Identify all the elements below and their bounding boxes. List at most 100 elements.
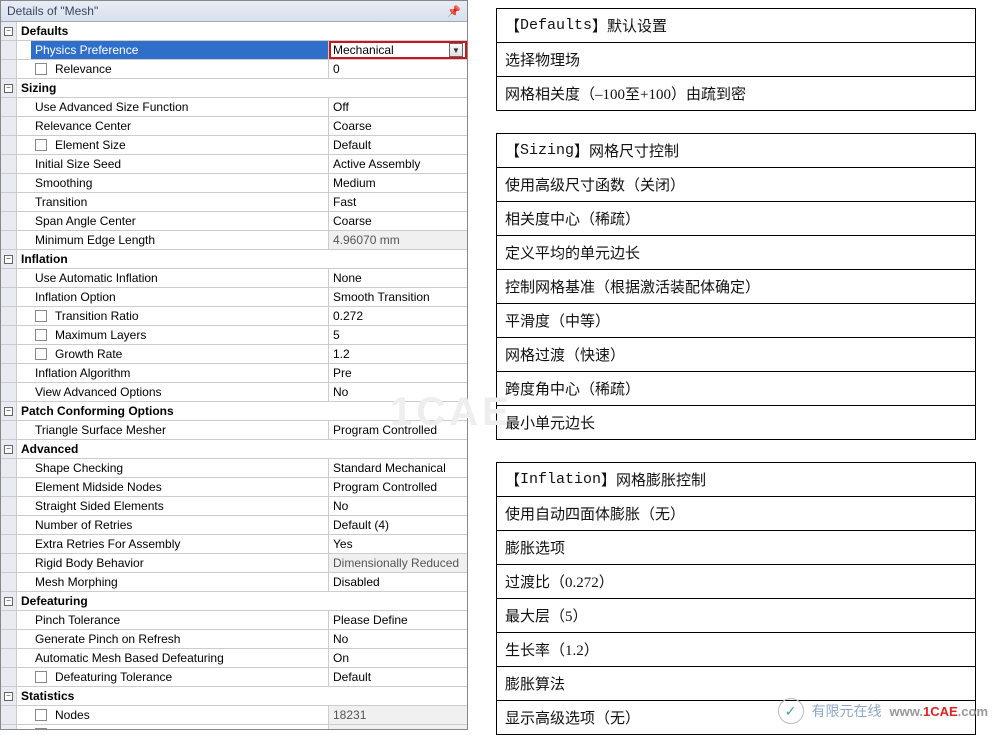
property-value[interactable]: No: [329, 497, 467, 515]
dropdown-icon[interactable]: ▼: [449, 43, 463, 57]
pin-icon[interactable]: 📌: [447, 5, 461, 18]
property-row[interactable]: Straight Sided ElementsNo: [1, 497, 467, 516]
annotation-row: 生长率（1.2）: [497, 633, 975, 667]
section-label: Statistics: [17, 687, 467, 705]
property-row[interactable]: Inflation OptionSmooth Transition: [1, 288, 467, 307]
property-value[interactable]: 1.2: [329, 345, 467, 363]
property-value: 4.96070 mm: [329, 231, 467, 249]
property-row[interactable]: Inflation AlgorithmPre: [1, 364, 467, 383]
property-row[interactable]: Span Angle CenterCoarse: [1, 212, 467, 231]
property-value[interactable]: Coarse: [329, 117, 467, 135]
checkbox-icon[interactable]: [35, 348, 47, 360]
property-label: Use Advanced Size Function: [31, 100, 188, 114]
property-value[interactable]: Coarse: [329, 212, 467, 230]
property-row[interactable]: Growth Rate1.2: [1, 345, 467, 364]
section-header[interactable]: −Defeaturing: [1, 592, 467, 611]
property-row[interactable]: TransitionFast: [1, 193, 467, 212]
property-value[interactable]: Fast: [329, 193, 467, 211]
property-row[interactable]: Elements3598: [1, 725, 467, 729]
property-label: Number of Retries: [31, 518, 132, 532]
property-value[interactable]: Please Define: [329, 611, 467, 629]
property-value[interactable]: Disabled: [329, 573, 467, 591]
property-row[interactable]: Shape Checking Standard Mechanical: [1, 459, 467, 478]
section-header[interactable]: −Statistics: [1, 687, 467, 706]
collapse-icon[interactable]: −: [4, 692, 13, 701]
section-label: Defaults: [17, 22, 467, 40]
property-value[interactable]: No: [329, 630, 467, 648]
property-value[interactable]: Medium: [329, 174, 467, 192]
property-row[interactable]: Mesh MorphingDisabled: [1, 573, 467, 592]
annotation-row: 控制网格基准（根据激活装配体确定）: [497, 270, 975, 304]
collapse-icon[interactable]: −: [4, 407, 13, 416]
property-value[interactable]: Default (4): [329, 516, 467, 534]
property-value[interactable]: 0.272: [329, 307, 467, 325]
property-row[interactable]: Transition Ratio0.272: [1, 307, 467, 326]
property-label: Relevance Center: [31, 119, 131, 133]
collapse-icon[interactable]: −: [4, 445, 13, 454]
property-row[interactable]: Rigid Body BehaviorDimensionally Reduced: [1, 554, 467, 573]
section-header[interactable]: −Advanced: [1, 440, 467, 459]
property-value[interactable]: Program Controlled: [329, 478, 467, 496]
property-value[interactable]: Off: [329, 98, 467, 116]
checkbox-icon[interactable]: [35, 709, 47, 721]
property-value[interactable]: Yes: [329, 535, 467, 553]
property-value[interactable]: On: [329, 649, 467, 667]
watermark-brand: 有限元在线: [812, 701, 882, 721]
watermark-url: www.1CAE.com: [890, 704, 989, 719]
property-row[interactable]: Relevance Center Coarse: [1, 117, 467, 136]
property-row[interactable]: Pinch TolerancePlease Define: [1, 611, 467, 630]
property-label: Shape Checking: [31, 461, 123, 475]
collapse-icon[interactable]: −: [4, 84, 13, 93]
collapse-icon[interactable]: −: [4, 255, 13, 264]
section-header[interactable]: −Inflation: [1, 250, 467, 269]
section-header[interactable]: −Sizing: [1, 79, 467, 98]
annotation-row: 使用高级尺寸函数（关闭）: [497, 168, 975, 202]
annotation-row: 最小单元边长: [497, 406, 975, 440]
property-row[interactable]: Automatic Mesh Based Defeaturing On: [1, 649, 467, 668]
property-value[interactable]: Pre: [329, 364, 467, 382]
property-row[interactable]: Element SizeDefault: [1, 136, 467, 155]
property-value[interactable]: Smooth Transition: [329, 288, 467, 306]
property-row[interactable]: Maximum Layers5: [1, 326, 467, 345]
property-value[interactable]: 0: [329, 60, 467, 78]
property-row[interactable]: Minimum Edge Length4.96070 mm: [1, 231, 467, 250]
property-value: 18231: [329, 706, 467, 724]
panel-header: Details of "Mesh" 📌: [1, 1, 467, 22]
annotation-row: 使用自动四面体膨胀（无）: [497, 497, 975, 531]
checkbox-icon[interactable]: [35, 728, 47, 729]
property-value[interactable]: Default: [329, 668, 467, 686]
section-header[interactable]: −Defaults: [1, 22, 467, 41]
property-value: 3598: [329, 725, 467, 729]
property-row[interactable]: Number of Retries Default (4): [1, 516, 467, 535]
property-value[interactable]: None: [329, 269, 467, 287]
property-label: Element Midside Nodes: [31, 480, 162, 494]
checkbox-icon[interactable]: [35, 329, 47, 341]
property-row[interactable]: Relevance0: [1, 60, 467, 79]
property-row[interactable]: Generate Pinch on RefreshNo: [1, 630, 467, 649]
annotation-table: 【Defaults】默认设置选择物理场网格相关度（–100至+100）由疏到密: [496, 8, 976, 111]
checkbox-icon[interactable]: [35, 310, 47, 322]
property-label: Use Automatic Inflation: [31, 271, 158, 285]
property-value[interactable]: Active Assembly: [329, 155, 467, 173]
property-row[interactable]: Initial Size SeedActive Assembly: [1, 155, 467, 174]
property-value[interactable]: Default: [329, 136, 467, 154]
annotation-row: 膨胀算法: [497, 667, 975, 701]
property-value[interactable]: 5: [329, 326, 467, 344]
checkbox-icon[interactable]: [35, 671, 47, 683]
checkbox-icon[interactable]: [35, 139, 47, 151]
property-row[interactable]: Use Automatic Inflation None: [1, 269, 467, 288]
property-row[interactable]: Nodes18231: [1, 706, 467, 725]
collapse-icon[interactable]: −: [4, 27, 13, 36]
property-row[interactable]: Physics PreferenceMechanical▼: [1, 41, 467, 60]
property-row[interactable]: Use Advanced Size Function Off: [1, 98, 467, 117]
section-label: Inflation: [17, 250, 467, 268]
property-row[interactable]: Element Midside Nodes Program Controlled: [1, 478, 467, 497]
property-value[interactable]: Standard Mechanical: [329, 459, 467, 477]
property-row[interactable]: SmoothingMedium: [1, 174, 467, 193]
property-row[interactable]: Extra Retries For AssemblyYes: [1, 535, 467, 554]
collapse-icon[interactable]: −: [4, 597, 13, 606]
property-row[interactable]: Defeaturing ToleranceDefault: [1, 668, 467, 687]
property-label: Automatic Mesh Based Defeaturing: [31, 651, 224, 665]
property-value[interactable]: Mechanical▼: [329, 41, 467, 59]
checkbox-icon[interactable]: [35, 63, 47, 75]
